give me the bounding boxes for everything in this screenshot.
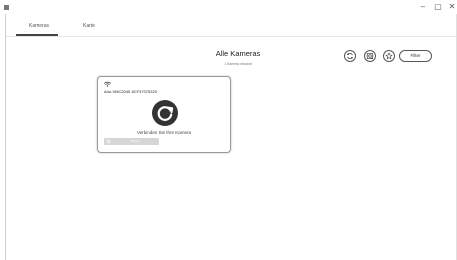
page-title: Alle Kameras bbox=[215, 49, 261, 58]
title-bar: – ▢ ✕ bbox=[0, 0, 457, 14]
close-button[interactable]: ✕ bbox=[447, 2, 457, 12]
favorite-button[interactable] bbox=[383, 50, 395, 62]
wifi-icon bbox=[104, 81, 111, 87]
refresh-icon bbox=[346, 52, 354, 60]
camera-name: Arlo-VMC2040-5CF37075320 bbox=[104, 89, 157, 94]
minimize-button[interactable]: – bbox=[418, 2, 428, 12]
tab-karte[interactable]: Karte bbox=[83, 22, 95, 30]
window-edge-left bbox=[5, 14, 6, 260]
star-icon bbox=[385, 52, 393, 60]
connect-message: Verbinden Sie Ihre Kamera bbox=[136, 130, 192, 135]
retry-label: Erneut bbox=[131, 139, 140, 143]
gear-icon bbox=[106, 139, 111, 144]
reconnect-icon[interactable] bbox=[151, 99, 179, 127]
app-window: – ▢ ✕ Kameras Karte Alle Kameras 1 Kamer… bbox=[0, 0, 457, 260]
filter-button[interactable]: Filter bbox=[399, 50, 432, 62]
camera-card[interactable]: Arlo-VMC2040-5CF37075320 Verbinden Sie I… bbox=[97, 76, 231, 153]
app-icon bbox=[4, 5, 9, 10]
retry-button[interactable]: Erneut bbox=[104, 138, 159, 145]
refresh-button[interactable] bbox=[344, 50, 356, 62]
add-camera-button[interactable] bbox=[364, 50, 376, 62]
camera-add-icon bbox=[366, 52, 374, 60]
page-subtitle: 1 Kamera erkannt bbox=[224, 62, 252, 66]
tab-kameras[interactable]: Kameras bbox=[29, 22, 49, 30]
tab-divider bbox=[6, 36, 456, 37]
maximize-button[interactable]: ▢ bbox=[433, 2, 443, 12]
